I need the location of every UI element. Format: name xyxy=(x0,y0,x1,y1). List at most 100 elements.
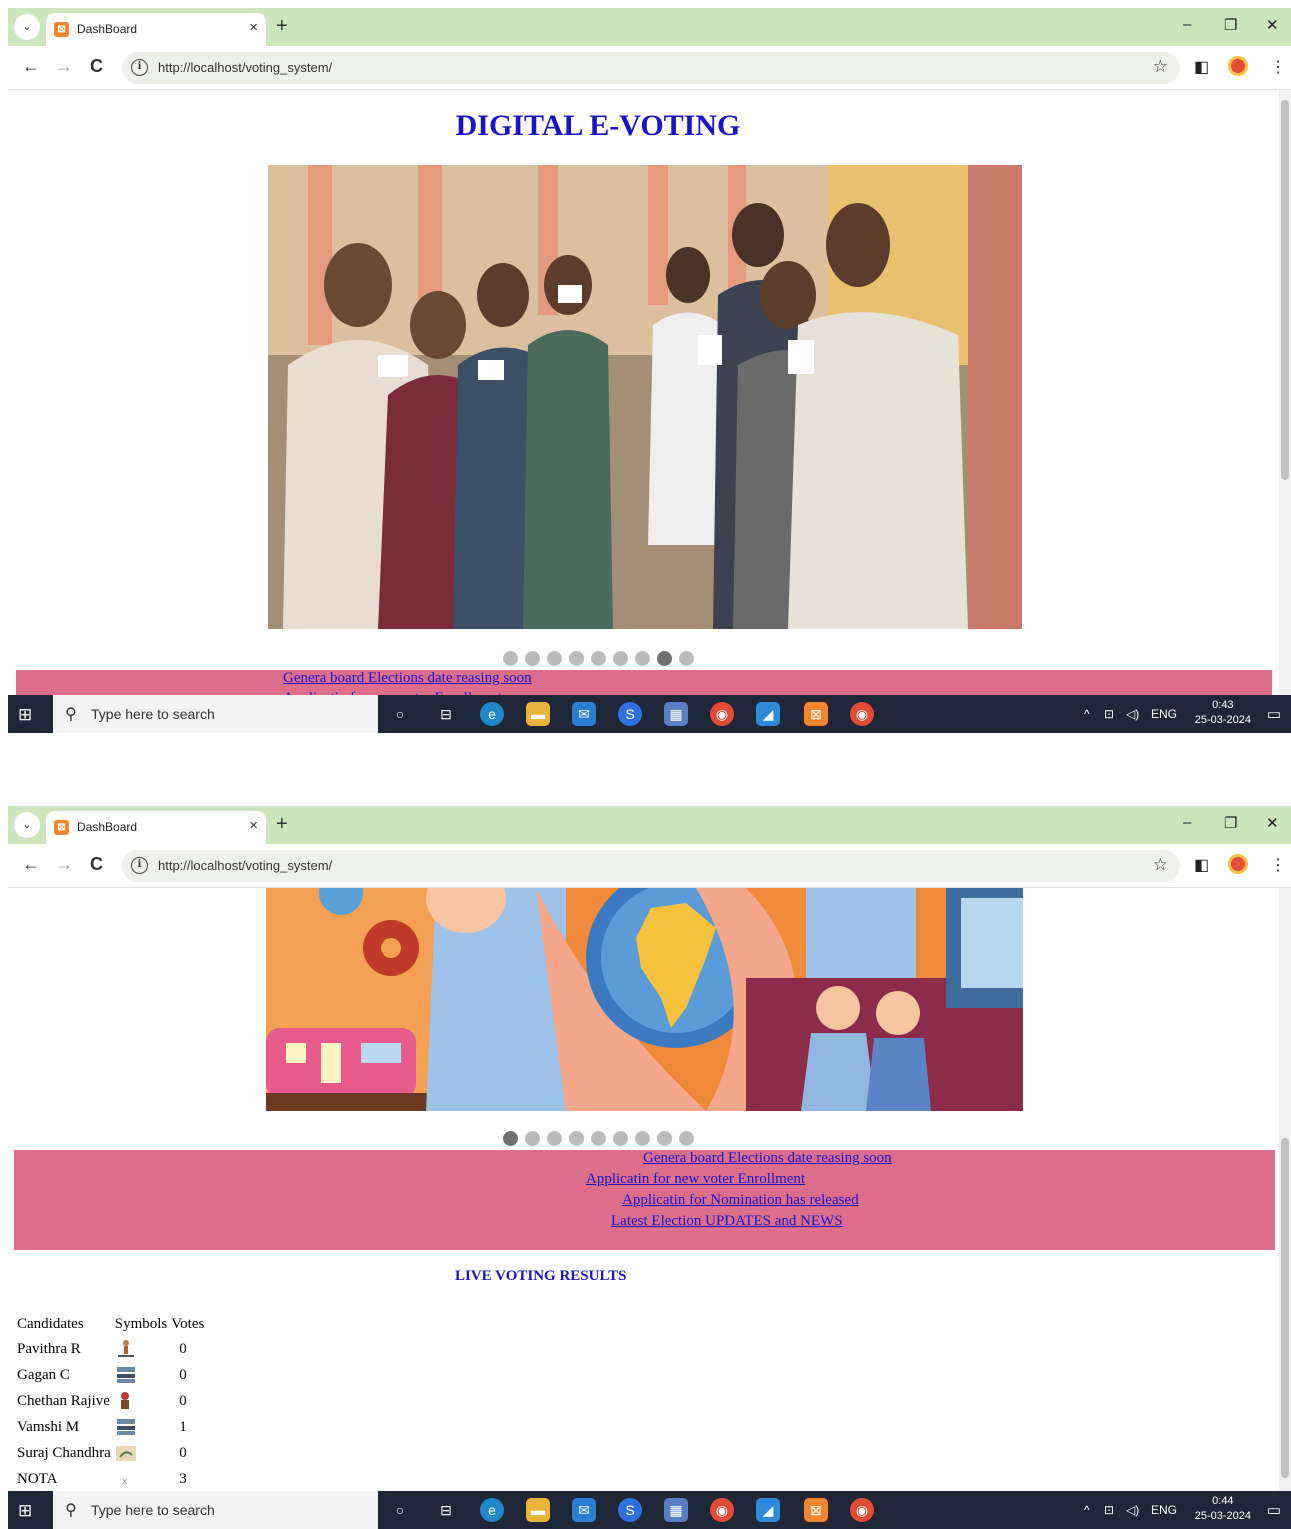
minimize-button[interactable]: – xyxy=(1183,16,1191,33)
address-bar[interactable]: i http://localhost/voting_system/ ☆ xyxy=(122,52,1180,84)
results-header-row: Candidates Symbols Votes xyxy=(15,1312,206,1336)
windows-start-icon[interactable]: ⊞ xyxy=(18,705,32,725)
tray-chevron-icon[interactable]: ^ xyxy=(1084,1503,1090,1517)
news-link-elections[interactable]: Genera board Elections date reasing soon xyxy=(283,670,532,687)
file-explorer-icon[interactable]: ▬ xyxy=(526,702,550,726)
skype-icon[interactable]: S xyxy=(618,1498,642,1522)
new-tab-button[interactable]: + xyxy=(276,813,288,836)
news-link-elections[interactable]: Genera board Elections date reasing soon xyxy=(643,1150,892,1167)
slide-dot[interactable] xyxy=(546,1131,562,1146)
tab-search-button[interactable]: ⌄ xyxy=(14,812,40,838)
slide-dot[interactable] xyxy=(612,1131,628,1146)
edge-icon[interactable]: e xyxy=(480,702,504,726)
site-info-icon[interactable]: i xyxy=(131,59,148,76)
bookmark-star-icon[interactable]: ☆ xyxy=(1153,855,1168,875)
close-window-button[interactable]: ✕ xyxy=(1266,814,1279,832)
forward-button[interactable]: → xyxy=(55,854,73,875)
slide-dot-active[interactable] xyxy=(502,1131,518,1146)
minimize-button[interactable]: – xyxy=(1183,814,1191,831)
slide-dot[interactable] xyxy=(568,651,584,666)
back-button[interactable]: ← xyxy=(22,854,40,875)
back-button[interactable]: ← xyxy=(22,56,40,77)
scrollbar[interactable] xyxy=(1279,90,1291,695)
slide-dot[interactable] xyxy=(568,1131,584,1146)
news-link-updates[interactable]: Latest Election UPDATES and NEWS xyxy=(611,1213,843,1230)
news-link-nomination[interactable]: Applicatin for Nomination has released xyxy=(622,1192,859,1209)
language-indicator[interactable]: ENG xyxy=(1151,1503,1177,1517)
scrollbar[interactable] xyxy=(1279,888,1291,1494)
scrollbar-thumb[interactable] xyxy=(1281,100,1289,480)
profile-avatar[interactable] xyxy=(1228,56,1248,76)
reload-button[interactable]: C xyxy=(90,56,103,77)
slide-dot[interactable] xyxy=(524,1131,540,1146)
volume-icon[interactable]: ◁) xyxy=(1126,1503,1139,1517)
forward-button[interactable]: → xyxy=(55,56,73,77)
side-panel-icon[interactable]: ◧ xyxy=(1194,855,1209,875)
browser-menu-icon[interactable]: ⋮ xyxy=(1270,855,1286,875)
site-info-icon[interactable]: i xyxy=(131,857,148,874)
slide-dot[interactable] xyxy=(612,651,628,666)
side-panel-icon[interactable]: ◧ xyxy=(1194,57,1209,77)
photos-icon[interactable]: ◢ xyxy=(756,702,780,726)
slide-dot[interactable] xyxy=(678,1131,694,1146)
volume-icon[interactable]: ◁) xyxy=(1126,707,1139,721)
slide-dot[interactable] xyxy=(634,651,650,666)
tab-close-icon[interactable]: × xyxy=(249,817,258,834)
taskbar-clock[interactable]: 0:44 25-03-2024 xyxy=(1195,1494,1251,1524)
mail-icon[interactable]: ✉ xyxy=(572,702,596,726)
notification-icon[interactable]: ▭ xyxy=(1267,705,1281,723)
cortana-icon[interactable]: ○ xyxy=(388,702,412,726)
edge-icon[interactable]: e xyxy=(480,1498,504,1522)
slide-dot[interactable] xyxy=(634,1131,650,1146)
language-indicator[interactable]: ENG xyxy=(1151,707,1177,721)
task-view-icon[interactable]: ⊟ xyxy=(434,1498,458,1522)
reload-button[interactable]: C xyxy=(90,854,103,875)
tab-dashboard[interactable]: ⊠ DashBoard × xyxy=(46,13,266,46)
slide-dot[interactable] xyxy=(678,651,694,666)
slide-dot[interactable] xyxy=(656,1131,672,1146)
chrome-active-icon[interactable]: ◉ xyxy=(850,702,874,726)
chrome-icon[interactable]: ◉ xyxy=(710,702,734,726)
skype-icon[interactable]: S xyxy=(618,702,642,726)
slide-dot-active[interactable] xyxy=(656,651,672,666)
slide-dot[interactable] xyxy=(502,651,518,666)
tab-search-button[interactable]: ⌄ xyxy=(14,14,40,40)
xampp-icon[interactable]: ⊠ xyxy=(804,702,828,726)
tray-chevron-icon[interactable]: ^ xyxy=(1084,707,1090,721)
close-window-button[interactable]: ✕ xyxy=(1266,16,1279,34)
tab-close-icon[interactable]: × xyxy=(249,19,258,36)
chrome-active-icon[interactable]: ◉ xyxy=(850,1498,874,1522)
task-view-icon[interactable]: ⊟ xyxy=(434,702,458,726)
slide-dot[interactable] xyxy=(546,651,562,666)
mail-icon[interactable]: ✉ xyxy=(572,1498,596,1522)
url-text[interactable]: http://localhost/voting_system/ xyxy=(158,858,332,873)
news-link-enrollment[interactable]: Applicatin for new voter Enrollment xyxy=(586,1171,805,1188)
new-tab-button[interactable]: + xyxy=(276,15,288,38)
store-icon[interactable]: ▦ xyxy=(664,702,688,726)
file-explorer-icon[interactable]: ▬ xyxy=(526,1498,550,1522)
taskbar-clock[interactable]: 0:43 25-03-2024 xyxy=(1195,698,1251,728)
network-icon[interactable]: ⊡ xyxy=(1104,1503,1114,1517)
browser-menu-icon[interactable]: ⋮ xyxy=(1270,57,1286,77)
slide-dot[interactable] xyxy=(524,651,540,666)
cortana-icon[interactable]: ○ xyxy=(388,1498,412,1522)
taskbar-search-box[interactable]: ⚲ Type here to search xyxy=(53,1491,378,1529)
restore-button[interactable]: ❐ xyxy=(1224,814,1237,832)
scrollbar-thumb[interactable] xyxy=(1281,1138,1289,1478)
chrome-icon[interactable]: ◉ xyxy=(710,1498,734,1522)
slide-dot[interactable] xyxy=(590,1131,606,1146)
xampp-icon[interactable]: ⊠ xyxy=(804,1498,828,1522)
url-text[interactable]: http://localhost/voting_system/ xyxy=(158,60,332,75)
notification-icon[interactable]: ▭ xyxy=(1267,1501,1281,1519)
tab-dashboard[interactable]: ⊠ DashBoard × xyxy=(46,811,266,844)
profile-avatar[interactable] xyxy=(1228,854,1248,874)
network-icon[interactable]: ⊡ xyxy=(1104,707,1114,721)
windows-start-icon[interactable]: ⊞ xyxy=(18,1501,32,1521)
taskbar-search-box[interactable]: ⚲ Type here to search xyxy=(53,695,378,733)
store-icon[interactable]: ▦ xyxy=(664,1498,688,1522)
photos-icon[interactable]: ◢ xyxy=(756,1498,780,1522)
restore-button[interactable]: ❐ xyxy=(1224,16,1237,34)
address-bar[interactable]: i http://localhost/voting_system/ ☆ xyxy=(122,850,1180,882)
slide-dot[interactable] xyxy=(590,651,606,666)
bookmark-star-icon[interactable]: ☆ xyxy=(1153,57,1168,77)
